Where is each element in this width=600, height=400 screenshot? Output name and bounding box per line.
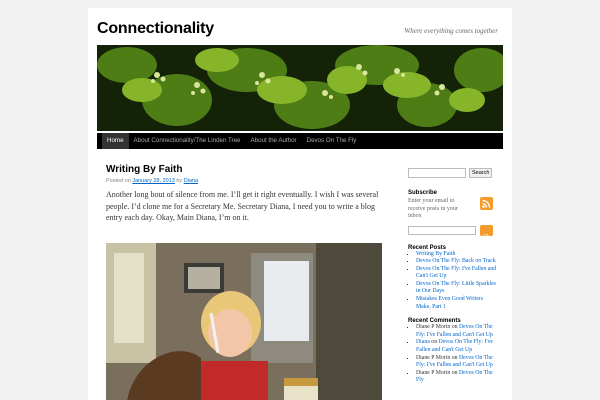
subscribe-text: Enter your email to receive posts in you… bbox=[408, 198, 458, 219]
header-image bbox=[97, 45, 503, 131]
subscribe-email-input[interactable] bbox=[408, 225, 476, 235]
search-input[interactable] bbox=[408, 168, 466, 178]
comment-author: Diane P Morin bbox=[416, 354, 451, 361]
site-description: Where everything comes together bbox=[404, 27, 498, 35]
post-paragraph: Another long bout of silence from me. I’… bbox=[106, 190, 379, 222]
comment-author: Diane P Morin bbox=[416, 369, 451, 376]
list-item[interactable]: Writing By Faith bbox=[416, 251, 498, 259]
author-link[interactable]: Diana bbox=[184, 178, 198, 184]
meta-prefix: Posted on bbox=[106, 178, 131, 184]
comment-on: on bbox=[451, 369, 458, 376]
comment-on: on bbox=[431, 339, 438, 346]
nav-devos-on-the-fly[interactable]: Devos On The Fly bbox=[302, 133, 362, 149]
sidebar: Search Subscribe Enter your email to rec… bbox=[408, 168, 498, 385]
post-content: Writing By Faith Posted on January 28, 2… bbox=[106, 160, 396, 400]
post-photo bbox=[106, 243, 382, 400]
recent-post-link[interactable]: Mistakes Even Good Writers Make, Part 1 bbox=[416, 296, 483, 310]
list-item: Diane P Morin on Devos On The Fly: I've … bbox=[416, 324, 498, 339]
list-item[interactable]: Mistakes Even Good Writers Make, Part 1 bbox=[416, 296, 498, 311]
list-item[interactable]: Devos On The Fly: Little Sparkles in Our… bbox=[416, 281, 498, 296]
recent-post-link[interactable]: Devos On The Fly: Little Sparkles in Our… bbox=[416, 281, 496, 295]
comment-author-link[interactable]: Diana bbox=[416, 339, 430, 345]
meta-by: by bbox=[176, 178, 183, 184]
list-item[interactable]: Devos On The Fly: I've Fallen and Can't … bbox=[416, 266, 498, 281]
post-meta: Posted on January 28, 2013 by Diana bbox=[106, 178, 396, 184]
recent-posts-widget: Recent Posts Writing By Faith Devos On T… bbox=[408, 245, 498, 312]
post-date-link[interactable]: January 28, 2013 bbox=[132, 178, 175, 184]
site-title[interactable]: Connectionality bbox=[97, 20, 214, 38]
nav-about-connectionality[interactable]: About Connectionality/The Linden Tree bbox=[129, 133, 246, 149]
recent-comments-widget: Recent Comments Diane P Morin on Devos O… bbox=[408, 318, 498, 385]
search-button[interactable]: Search bbox=[469, 168, 493, 178]
ok-label: Ok bbox=[483, 233, 490, 240]
list-item: Diane P Morin on Devos On The Fly: I've … bbox=[416, 355, 498, 370]
search-form: Search bbox=[408, 168, 498, 178]
recent-post-link[interactable]: Writing By Faith bbox=[416, 251, 455, 257]
rss-icon[interactable] bbox=[480, 197, 493, 210]
nav-about-author[interactable]: About the Author bbox=[246, 133, 302, 149]
main-navigation: Home About Connectionality/The Linden Tr… bbox=[97, 133, 503, 149]
nav-home[interactable]: Home bbox=[102, 133, 129, 149]
list-item: Diana on Devos On The Fly: I've Fallen a… bbox=[416, 339, 498, 354]
comment-on: on bbox=[451, 354, 458, 361]
comment-author: Diane P Morin bbox=[416, 324, 451, 331]
subscribe-widget: Subscribe Enter your email to receive po… bbox=[408, 190, 498, 240]
subscribe-title: Subscribe bbox=[408, 190, 438, 196]
recent-post-link[interactable]: Devos On The Fly: I've Fallen and Can't … bbox=[416, 266, 496, 280]
recent-post-link[interactable]: Devos On The Fly: Back on Track bbox=[416, 258, 496, 264]
ok-button[interactable]: Ok bbox=[480, 224, 493, 240]
comment-on: on bbox=[451, 324, 458, 331]
list-item: Diane P Morin on Devos On The Fly bbox=[416, 370, 498, 385]
list-item[interactable]: Devos On The Fly: Back on Track bbox=[416, 258, 498, 266]
page-wrapper: Connectionality Where everything comes t… bbox=[88, 8, 512, 400]
post-title[interactable]: Writing By Faith bbox=[106, 164, 396, 175]
